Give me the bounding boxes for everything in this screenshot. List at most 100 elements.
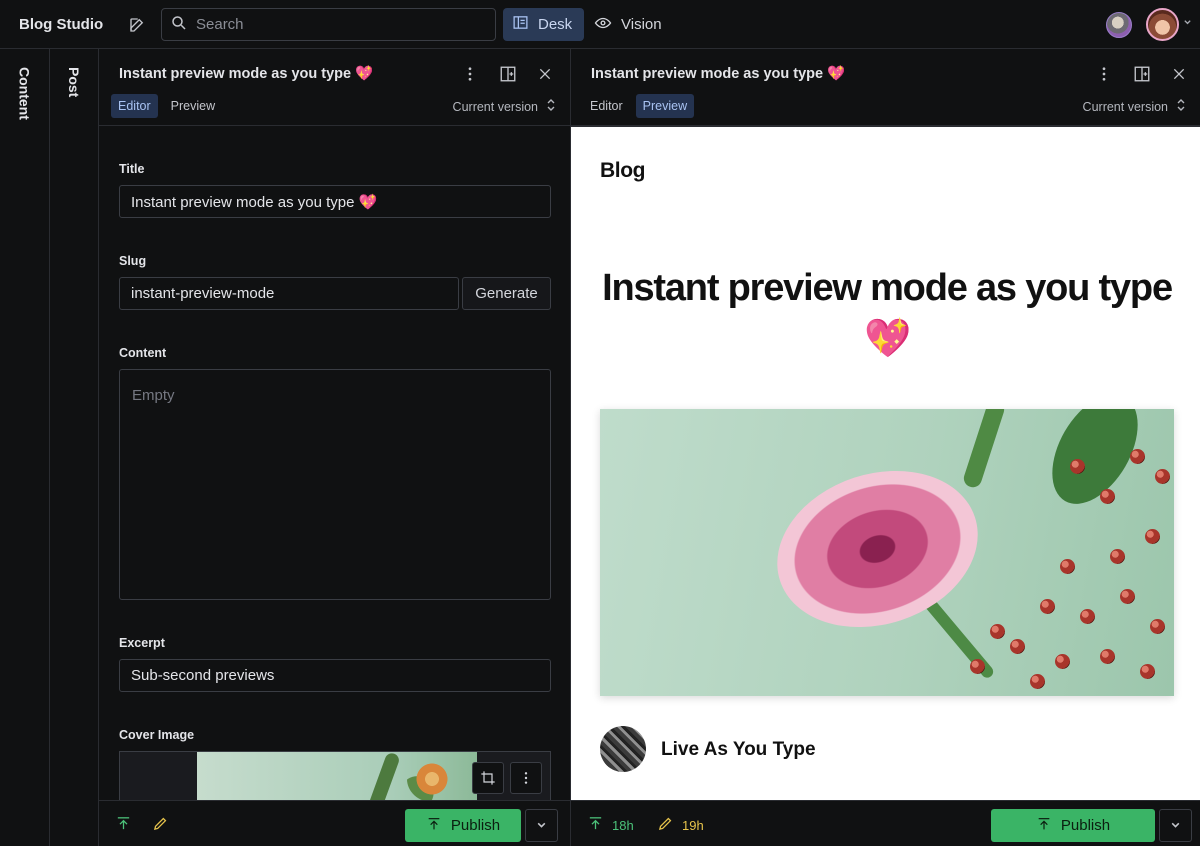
search-box[interactable] (161, 8, 496, 41)
more-vertical-icon[interactable] (510, 762, 542, 794)
publish-button[interactable]: Publish (405, 809, 521, 842)
editor-tabs: Editor Preview (111, 94, 222, 118)
berry (1150, 619, 1165, 634)
version-label: Current version (1082, 99, 1168, 114)
berry (990, 624, 1005, 639)
rail-label-post: Post (66, 67, 82, 98)
eye-icon (594, 14, 612, 36)
published-ago: 18h (612, 817, 634, 833)
more-vertical-icon[interactable] (1093, 63, 1115, 85)
flower-bloom (756, 445, 999, 653)
chevron-up-down-icon (1176, 98, 1186, 115)
close-icon[interactable] (534, 63, 556, 85)
publish-menu-button[interactable] (525, 809, 558, 842)
publish-icon (1036, 816, 1052, 836)
title-field-label: Title (119, 162, 145, 176)
slug-input[interactable]: instant-preview-mode (119, 277, 459, 310)
crop-icon[interactable] (472, 762, 504, 794)
more-vertical-icon[interactable] (459, 63, 481, 85)
edited-ago: 19h (682, 817, 704, 833)
berry (1055, 654, 1070, 669)
top-navbar: Blog Studio Desk Vision (0, 0, 1200, 49)
tool-vision-button[interactable]: Vision (594, 8, 662, 41)
berry (1120, 589, 1135, 604)
edited-status[interactable]: 19h (657, 815, 704, 835)
tool-vision-label: Vision (621, 16, 662, 33)
split-pane-icon[interactable] (497, 63, 519, 85)
published-status[interactable]: 18h (587, 815, 634, 835)
flower-decoration (407, 756, 457, 802)
split-pane-icon[interactable] (1131, 63, 1153, 85)
post-rail[interactable]: Post (50, 49, 99, 846)
tab-preview[interactable]: Preview (164, 94, 222, 118)
berry (1110, 549, 1125, 564)
pane-title: Instant preview mode as you type 💖 (591, 66, 846, 82)
berry (1070, 459, 1085, 474)
tool-desk-button[interactable]: Desk (503, 8, 584, 41)
close-icon[interactable] (1168, 63, 1190, 85)
publish-icon (426, 816, 442, 836)
preview-footer: 18h 19h Publish (571, 800, 1200, 846)
tab-editor[interactable]: Editor (583, 94, 630, 118)
author-avatar (600, 726, 646, 772)
preview-frame: Blog Instant preview mode as you type 💖 (571, 126, 1200, 800)
editor-pane-header: Instant preview mode as you type 💖 Edito… (99, 49, 570, 126)
chevron-down-icon[interactable] (1183, 18, 1192, 30)
tab-preview[interactable]: Preview (635, 94, 695, 118)
berry (1130, 449, 1145, 464)
berry (1140, 664, 1155, 679)
desk-icon (512, 14, 529, 35)
slug-field-label: Slug (119, 254, 147, 268)
publish-label: Publish (450, 817, 501, 834)
version-selector[interactable]: Current version (1083, 98, 1186, 115)
berry (970, 659, 985, 674)
cover-image-field-label: Cover Image (119, 728, 195, 742)
post-title: Instant preview mode as you type 💖 (602, 267, 1173, 360)
brand-title[interactable]: Blog Studio (19, 16, 119, 33)
rail-label-content: Content (16, 67, 33, 120)
leaf-decoration (961, 409, 1007, 490)
edit-pencil-icon (657, 815, 674, 835)
collaborator-avatar[interactable] (1106, 12, 1132, 38)
preview-pane-header: Instant preview mode as you type 💖 Edito… (571, 49, 1200, 126)
author-name: Live As You Type (661, 739, 816, 760)
publish-button[interactable]: Publish (991, 809, 1155, 842)
blog-heading[interactable]: Blog (600, 159, 645, 183)
version-label: Current version (452, 99, 538, 114)
berry (1155, 469, 1170, 484)
edit-pencil-icon[interactable] (152, 815, 169, 832)
search-icon (170, 14, 188, 35)
published-icon (587, 815, 604, 835)
user-avatar[interactable] (1146, 8, 1179, 41)
tab-editor[interactable]: Editor (111, 94, 158, 118)
berry (1100, 489, 1115, 504)
berry (1010, 639, 1025, 654)
berry (1080, 609, 1095, 624)
pane-title: Instant preview mode as you type 💖 (119, 66, 374, 82)
publish-label: Publish (1060, 817, 1111, 834)
berry (1060, 559, 1075, 574)
content-field-label: Content (119, 346, 167, 360)
tool-desk-label: Desk (538, 16, 573, 33)
berry (1145, 529, 1160, 544)
publish-menu-button[interactable] (1159, 809, 1192, 842)
excerpt-field-label: Excerpt (119, 636, 165, 650)
berry (1040, 599, 1055, 614)
preview-pane: Instant preview mode as you type 💖 Edito… (571, 49, 1200, 846)
published-icon[interactable] (115, 815, 132, 832)
search-input[interactable] (196, 16, 476, 33)
berry (1030, 674, 1045, 689)
editor-pane: Instant preview mode as you type 💖 Edito… (99, 49, 571, 846)
preview-tabs: Editor Preview (583, 94, 695, 118)
hero-image (600, 409, 1174, 696)
title-input[interactable]: Instant preview mode as you type 💖 (119, 185, 551, 218)
compose-icon[interactable] (124, 12, 150, 38)
editor-footer: Publish (99, 800, 570, 846)
chevron-up-down-icon (546, 98, 556, 115)
version-selector[interactable]: Current version (453, 98, 556, 115)
generate-button[interactable]: Generate (462, 277, 551, 310)
excerpt-input[interactable]: Sub-second previews (119, 659, 551, 692)
berry (1100, 649, 1115, 664)
content-rail[interactable]: Content (0, 49, 50, 846)
content-editor[interactable]: Empty (119, 369, 551, 600)
